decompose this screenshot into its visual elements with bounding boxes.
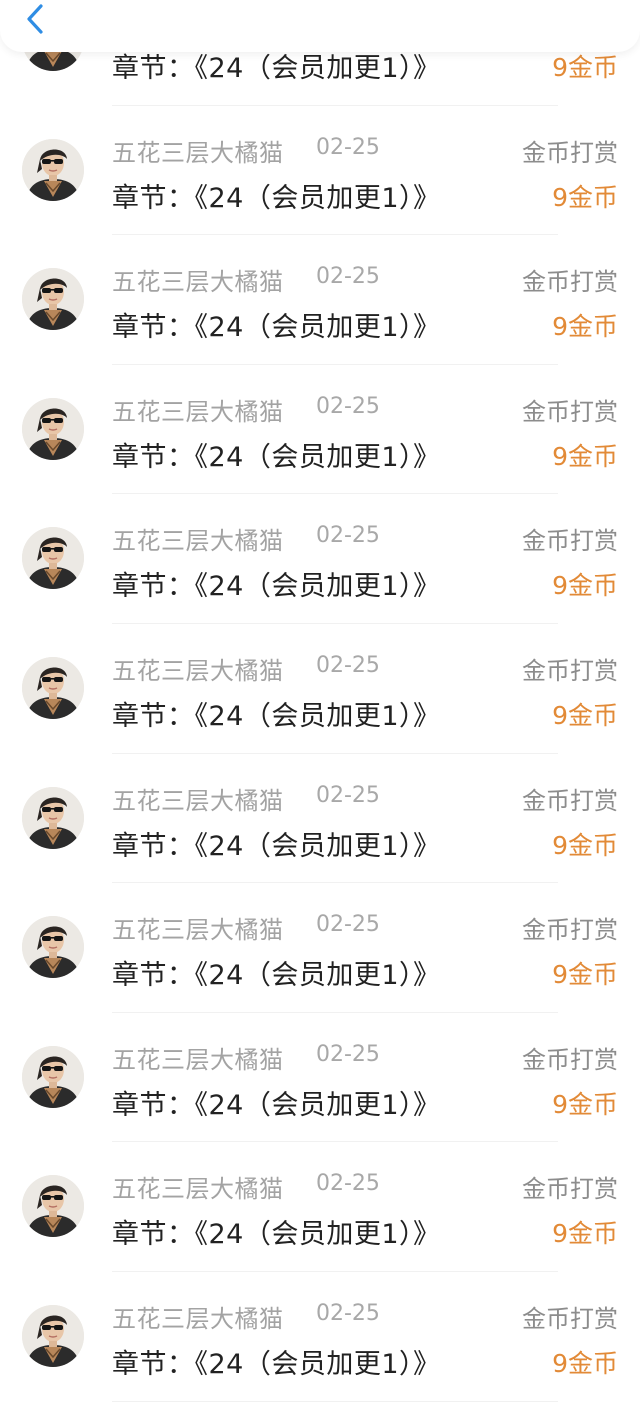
user-avatar-image [22, 527, 84, 590]
reward-type: 金币打赏 [522, 527, 618, 556]
user-avatar-image [22, 138, 84, 201]
username: 五花三层大橘猫 [112, 397, 284, 426]
user-avatar-image [22, 1175, 84, 1238]
user-avatar-image [22, 1304, 84, 1367]
reward-type: 金币打赏 [522, 916, 618, 945]
avatar[interactable] [22, 1304, 84, 1367]
reward-record-item[interactable]: 五花三层大橘猫 02-25 金币打赏章节：《24（会员加更1）》 9金币 [0, 106, 640, 236]
username: 五花三层大橘猫 [112, 268, 284, 297]
reward-type: 金币打赏 [522, 1175, 618, 1204]
record-date: 02-25 [316, 134, 380, 160]
reward-record-item[interactable]: 五花三层大橘猫 02-25 金币打赏章节：《24（会员加更1）》 9金币 [0, 235, 640, 365]
username: 五花三层大橘猫 [112, 1045, 284, 1074]
reward-type: 金币打赏 [522, 1304, 618, 1333]
reward-type: 金币打赏 [522, 656, 618, 685]
top-nav-bar [0, 0, 640, 52]
record-date: 02-25 [316, 1171, 380, 1197]
reward-record-item[interactable]: 五花三层大橘猫 02-25 金币打赏章节：《24（会员加更1）》 9金币 [0, 494, 640, 624]
chapter-title: 章节：《24（会员加更1）》 [112, 1089, 441, 1121]
record-date: 02-25 [316, 523, 380, 549]
username: 五花三层大橘猫 [112, 138, 284, 167]
chevron-left-icon [27, 4, 43, 34]
reward-type: 金币打赏 [522, 138, 618, 167]
record-date: 02-25 [316, 652, 380, 678]
reward-amount: 9金币 [552, 1089, 618, 1119]
chapter-title: 章节：《24（会员加更1）》 [112, 1348, 441, 1380]
chapter-title: 章节：《24（会员加更1）》 [112, 830, 441, 862]
reward-amount: 9金币 [552, 1348, 618, 1378]
chapter-title: 章节：《24（会员加更1）》 [112, 1219, 441, 1251]
reward-amount: 9金币 [552, 571, 618, 601]
avatar[interactable] [22, 397, 84, 460]
username: 五花三层大橘猫 [112, 786, 284, 815]
record-date: 02-25 [316, 782, 380, 808]
chapter-title: 章节：《24（会员加更1）》 [112, 182, 441, 214]
reward-amount: 9金币 [552, 53, 618, 82]
reward-record-item[interactable]: 五花三层大橘猫 02-25 金币打赏章节：《24（会员加更1）》 9金币 [0, 1013, 640, 1143]
chapter-title: 章节：《24（会员加更1）》 [112, 441, 441, 473]
divider [112, 1400, 558, 1402]
chapter-title: 章节：《24（会员加更1）》 [112, 312, 441, 344]
reward-amount: 9金币 [552, 830, 618, 860]
avatar[interactable] [22, 916, 84, 979]
reward-type: 金币打赏 [522, 397, 618, 426]
reward-record-item[interactable]: 五花三层大橘猫 02-25 金币打赏章节：《24（会员加更1）》 9金币 [0, 365, 640, 495]
avatar[interactable] [22, 138, 84, 201]
chapter-title: 章节：《24（会员加更1）》 [112, 960, 441, 992]
reward-amount: 9金币 [552, 441, 618, 471]
reward-record-list: 五花三层大橘猫02-25金币打赏章节：《24（会员加更1）》9金币五花三层大橘猫… [0, 0, 640, 1402]
reward-type: 金币打赏 [522, 268, 618, 297]
avatar[interactable] [22, 527, 84, 590]
user-avatar-image [22, 397, 84, 460]
username: 五花三层大橘猫 [112, 916, 284, 945]
avatar[interactable] [22, 786, 84, 849]
username: 五花三层大橘猫 [112, 1175, 284, 1204]
record-date: 02-25 [316, 1041, 380, 1067]
user-avatar-image [22, 656, 84, 719]
reward-record-item[interactable]: 五花三层大橘猫 02-25 金币打赏章节：《24（会员加更1）》 9金币 [0, 1142, 640, 1272]
user-avatar-image [22, 1045, 84, 1108]
chapter-title: 章节：《24（会员加更1）》 [112, 571, 441, 603]
avatar[interactable] [22, 268, 84, 331]
record-date: 02-25 [316, 1300, 380, 1326]
user-avatar-image [22, 916, 84, 979]
reward-type: 金币打赏 [522, 786, 618, 815]
reward-record-item[interactable]: 五花三层大橘猫 02-25 金币打赏章节：《24（会员加更1）》 9金币 [0, 754, 640, 884]
reward-amount: 9金币 [552, 182, 618, 212]
record-date: 02-25 [316, 264, 380, 290]
username: 五花三层大橘猫 [112, 1304, 284, 1333]
back-button[interactable] [14, 0, 58, 40]
reward-record-item[interactable]: 五花三层大橘猫 02-25 金币打赏章节：《24（会员加更1）》 9金币 [0, 1272, 640, 1402]
reward-record-item[interactable]: 五花三层大橘猫 02-25 金币打赏章节：《24（会员加更1）》 9金币 [0, 624, 640, 754]
avatar[interactable] [22, 1175, 84, 1238]
reward-type: 金币打赏 [522, 1045, 618, 1074]
avatar[interactable] [22, 1045, 84, 1108]
chapter-title: 章节：《24（会员加更1）》 [112, 700, 441, 732]
user-avatar-image [22, 268, 84, 331]
record-date: 02-25 [316, 912, 380, 938]
record-date: 02-25 [316, 393, 380, 419]
avatar[interactable] [22, 656, 84, 719]
user-avatar-image [22, 786, 84, 849]
reward-amount: 9金币 [552, 960, 618, 990]
reward-amount: 9金币 [552, 700, 618, 730]
username: 五花三层大橘猫 [112, 656, 284, 685]
reward-record-item[interactable]: 五花三层大橘猫 02-25 金币打赏章节：《24（会员加更1）》 9金币 [0, 883, 640, 1013]
reward-amount: 9金币 [552, 1219, 618, 1249]
username: 五花三层大橘猫 [112, 527, 284, 556]
reward-amount: 9金币 [552, 312, 618, 342]
